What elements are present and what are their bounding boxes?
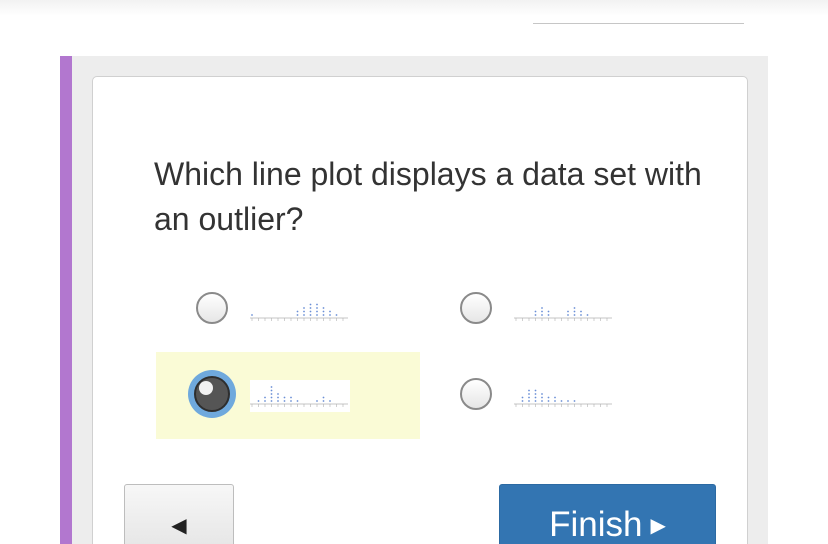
plot-dot	[567, 400, 569, 402]
plot-dot	[316, 314, 318, 316]
answer-option-c[interactable]	[156, 352, 420, 439]
plot-dot	[528, 393, 530, 395]
plot-dot	[283, 400, 286, 402]
plot-dot	[541, 400, 543, 402]
plot-dot	[541, 393, 543, 395]
radio-selected-dot	[199, 381, 213, 395]
plot-dot	[573, 314, 576, 316]
plot-dot	[264, 396, 266, 399]
plot-dot	[580, 314, 582, 316]
back-arrow-icon: ◀	[171, 515, 187, 537]
radio-ring	[194, 376, 230, 412]
plot-dot	[303, 314, 305, 316]
plot-dot	[521, 396, 524, 399]
plot-dot	[547, 400, 550, 402]
plot-dot	[567, 310, 569, 313]
plot-dot	[335, 314, 338, 316]
plot-dot	[303, 310, 305, 313]
plot-dot	[329, 314, 331, 316]
accent-stripe	[60, 56, 72, 544]
plot-dot	[264, 400, 266, 402]
plot-dot	[316, 400, 318, 402]
plot-dot	[322, 400, 325, 402]
plot-dot	[322, 310, 325, 313]
plot-dot	[547, 314, 550, 316]
plot-dot	[316, 303, 318, 306]
plot-dot	[329, 400, 331, 402]
plot-dot	[296, 314, 299, 316]
finish-label: Finish	[549, 505, 643, 544]
line-plot-c-thumbnail	[250, 380, 350, 412]
plot-dot	[309, 314, 312, 316]
plot-dot	[270, 400, 273, 402]
plot-dot	[534, 396, 537, 399]
plot-dot	[573, 400, 576, 402]
plot-dot	[567, 314, 569, 316]
plot-dot	[322, 396, 325, 399]
plot-dot	[547, 310, 550, 313]
top-divider	[533, 23, 744, 24]
line-plot-a-thumbnail	[250, 294, 350, 324]
answer-option-d[interactable]	[444, 366, 644, 426]
plot-dot	[541, 310, 543, 313]
radio-button-c[interactable]	[188, 370, 236, 418]
plot-dot	[270, 396, 273, 399]
plot-dot	[309, 303, 312, 306]
plot-dot	[277, 396, 279, 399]
plot-dot	[528, 396, 530, 399]
plot-dot	[270, 389, 273, 392]
plot-dot	[554, 396, 556, 399]
radio-button-d[interactable]	[460, 378, 492, 410]
answer-option-a[interactable]	[180, 280, 380, 340]
plot-dot	[251, 314, 253, 316]
play-arrow-icon: ▶	[650, 515, 666, 537]
plot-dot	[580, 310, 582, 313]
plot-dot	[573, 307, 576, 309]
plot-dot	[277, 400, 279, 402]
plot-dot	[541, 307, 543, 309]
plot-dot	[290, 396, 292, 399]
plot-dot	[547, 396, 550, 399]
plot-dot	[257, 400, 260, 402]
radio-button-a[interactable]	[196, 292, 228, 324]
plot-dot	[541, 396, 543, 399]
plot-dot	[573, 310, 576, 313]
plot-dot	[586, 314, 589, 316]
top-bar	[0, 0, 828, 16]
plot-dot	[521, 400, 524, 402]
plot-dot	[541, 314, 543, 316]
finish-button[interactable]: Finish ▶	[499, 484, 716, 544]
plot-dot	[528, 400, 530, 402]
answer-option-b[interactable]	[444, 280, 644, 340]
plot-dot	[322, 307, 325, 309]
plot-dot	[316, 307, 318, 309]
plot-dot	[303, 307, 305, 309]
plot-dot	[309, 310, 312, 313]
radio-button-b[interactable]	[460, 292, 492, 324]
plot-dot	[270, 386, 273, 388]
plot-dot	[296, 310, 299, 313]
line-plot-d-thumbnail	[514, 380, 614, 410]
plot-dot	[270, 393, 273, 395]
plot-dot	[290, 400, 292, 402]
plot-dot	[329, 310, 331, 313]
plot-dot	[534, 400, 537, 402]
plot-dot	[277, 393, 279, 395]
plot-dot	[296, 400, 299, 402]
plot-dot	[309, 307, 312, 309]
question-text: Which line plot displays a data set with…	[154, 156, 702, 237]
plot-dot	[560, 400, 563, 402]
plot-dot	[534, 314, 537, 316]
plot-dot	[534, 389, 537, 392]
plot-dot	[528, 389, 530, 392]
plot-dot	[534, 393, 537, 395]
plot-dot	[554, 400, 556, 402]
line-plot-b-thumbnail	[514, 294, 614, 324]
plot-dot	[322, 314, 325, 316]
plot-dot	[283, 396, 286, 399]
plot-dot	[316, 310, 318, 313]
back-button[interactable]: ◀	[124, 484, 234, 544]
plot-dot	[534, 310, 537, 313]
